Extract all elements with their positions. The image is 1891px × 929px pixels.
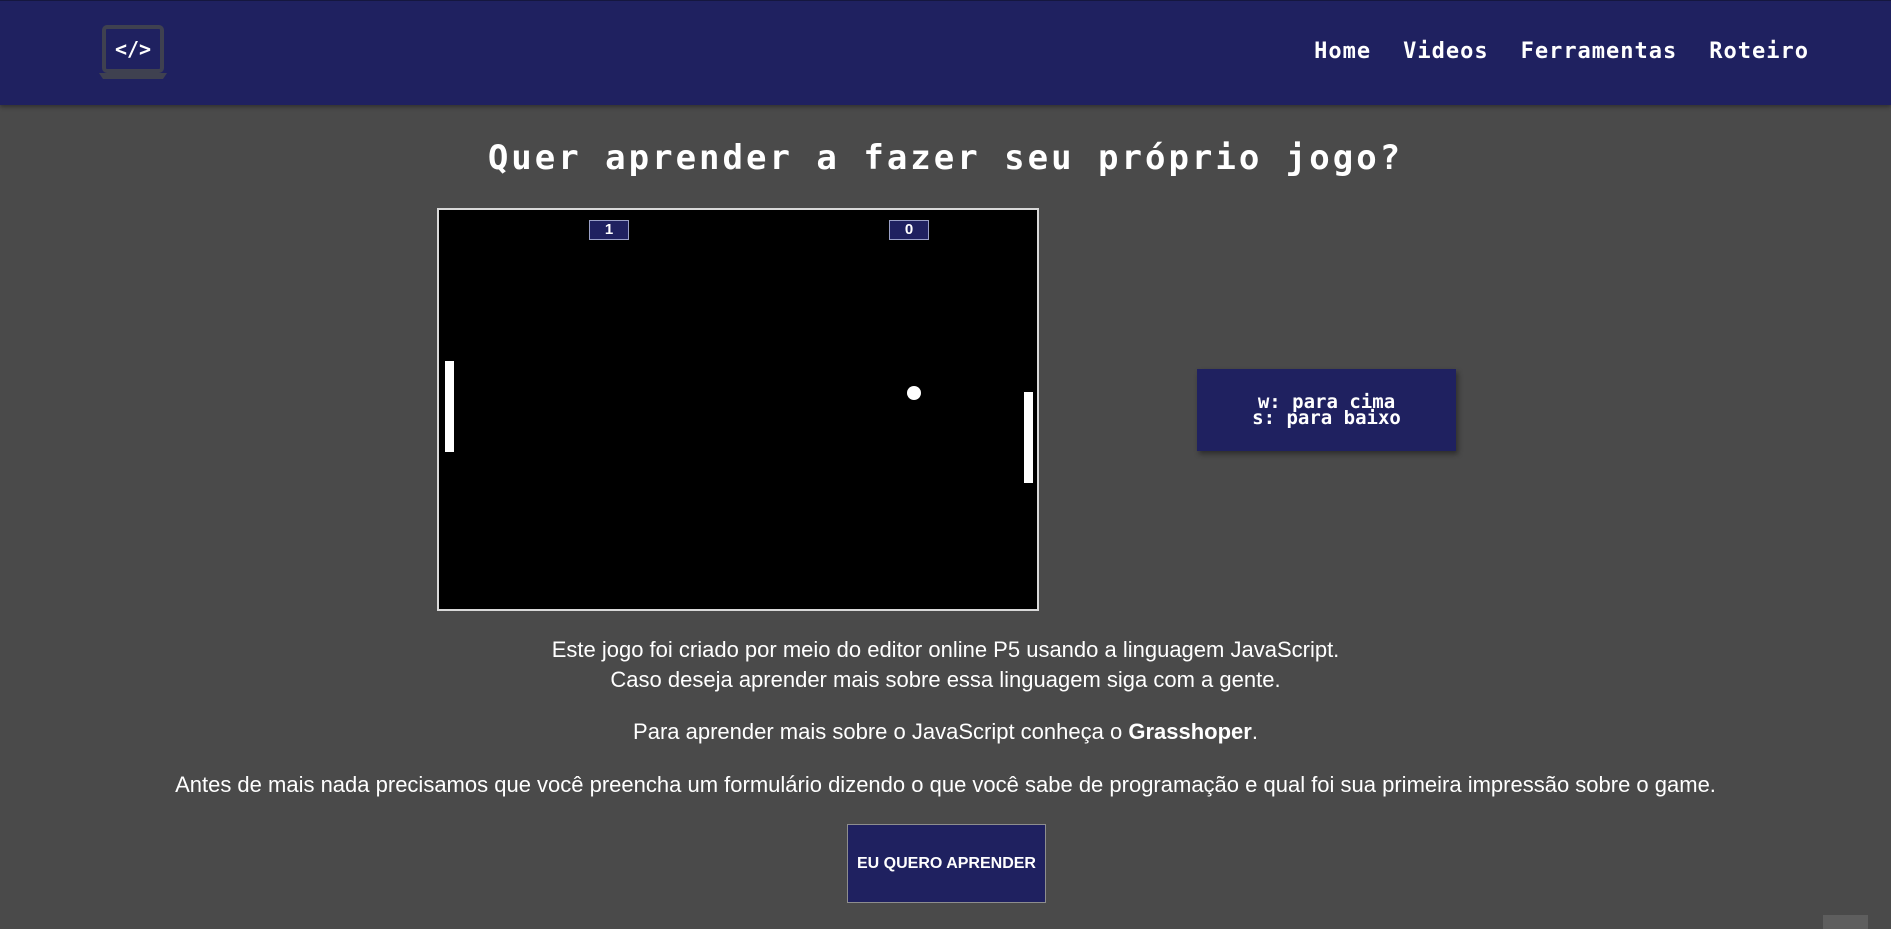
nav-roteiro-link[interactable]: Roteiro: [1709, 39, 1809, 64]
pong-game-canvas[interactable]: 1 0: [437, 208, 1039, 611]
scroll-top-button[interactable]: [1823, 915, 1868, 929]
controls-down-text: s: para baixo: [1252, 407, 1401, 429]
laptop-code-icon[interactable]: </>: [97, 25, 169, 81]
svg-text:</>: </>: [115, 37, 151, 61]
left-score: 1: [589, 220, 629, 240]
intro-paragraph: Este jogo foi criado por meio do editor …: [0, 635, 1891, 695]
grasshoper-link[interactable]: Grasshoper: [1128, 719, 1252, 744]
learn-more-suffix: .: [1251, 719, 1258, 744]
nav-ferramentas-link[interactable]: Ferramentas: [1521, 39, 1678, 64]
nav-home-link[interactable]: Home: [1314, 39, 1371, 64]
intro-line-2: Caso deseja aprender mais sobre essa lin…: [610, 667, 1281, 692]
controls-hint: w: para cima s: para baixo: [1197, 369, 1456, 451]
right-paddle: [1024, 392, 1033, 483]
main-nav: Home Videos Ferramentas Roteiro: [1314, 39, 1809, 64]
page-title: Quer aprender a fazer seu próprio jogo?: [487, 138, 1404, 178]
intro-line-1: Este jogo foi criado por meio do editor …: [551, 637, 1340, 662]
form-note-paragraph: Antes de mais nada precisamos que você p…: [175, 772, 1716, 797]
top-navbar: </> Home Videos Ferramentas Roteiro: [0, 0, 1891, 105]
ball: [907, 386, 921, 400]
left-paddle: [445, 361, 454, 452]
learn-more-text: Para aprender mais sobre o JavaScript co…: [633, 719, 1129, 744]
right-score: 0: [889, 220, 929, 240]
learn-more-paragraph: Para aprender mais sobre o JavaScript co…: [0, 717, 1891, 747]
nav-videos-link[interactable]: Videos: [1403, 39, 1488, 64]
learn-button[interactable]: EU QUERO APRENDER: [847, 824, 1046, 903]
